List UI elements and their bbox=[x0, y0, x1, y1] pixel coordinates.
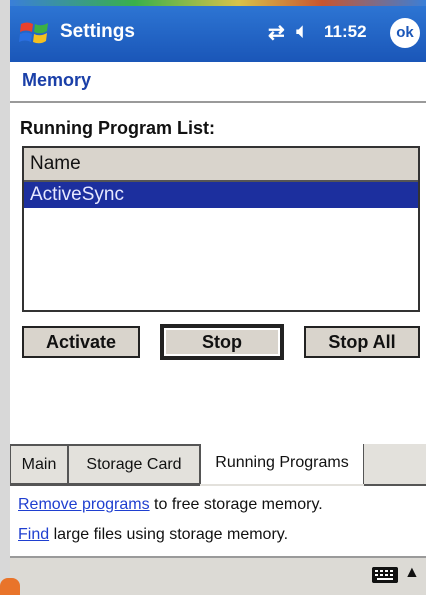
running-program-list[interactable]: Name ActiveSync bbox=[22, 146, 420, 312]
page-title: Memory bbox=[22, 70, 92, 90]
windows-flag-icon[interactable] bbox=[18, 18, 52, 48]
title-stripe bbox=[10, 0, 426, 6]
connectivity-icon[interactable]: ⇄ bbox=[268, 20, 285, 45]
speaker-icon[interactable]: 🔈︎ bbox=[296, 18, 309, 44]
remove-programs-link[interactable]: Remove programs bbox=[18, 496, 150, 513]
tab-divider bbox=[364, 484, 426, 486]
find-link[interactable]: Find bbox=[18, 526, 49, 543]
device-frame bbox=[0, 0, 10, 595]
tab-divider bbox=[10, 484, 200, 486]
corner-badge bbox=[0, 578, 20, 595]
keyboard-icon[interactable] bbox=[372, 567, 398, 583]
list-item[interactable]: ActiveSync bbox=[24, 182, 418, 208]
ok-button[interactable]: ok bbox=[390, 18, 420, 48]
info-text: to free storage memory. bbox=[149, 496, 323, 513]
stop-button[interactable]: Stop bbox=[162, 326, 282, 358]
info-line-remove: Remove programs to free storage memory. bbox=[18, 496, 323, 514]
title-bar: Settings ⇄ 🔈︎ 11:52 ok bbox=[10, 0, 426, 62]
tab-running-programs[interactable]: Running Programs bbox=[200, 444, 364, 484]
clock[interactable]: 11:52 bbox=[324, 22, 367, 42]
tab-strip: Main Storage Card Running Programs bbox=[10, 444, 426, 486]
column-header-name[interactable]: Name bbox=[24, 148, 418, 182]
running-list-label: Running Program List: bbox=[20, 118, 215, 138]
up-arrow-icon[interactable]: ▲ bbox=[404, 564, 420, 582]
divider bbox=[10, 101, 426, 103]
tab-main[interactable]: Main bbox=[10, 444, 68, 484]
menu-bar: ▲ bbox=[10, 556, 426, 595]
device-screen: Settings ⇄ 🔈︎ 11:52 ok Memory Running Pr… bbox=[10, 0, 426, 595]
tab-storage-card[interactable]: Storage Card bbox=[68, 444, 200, 484]
activate-button[interactable]: Activate bbox=[22, 326, 140, 358]
window-title[interactable]: Settings bbox=[60, 21, 135, 43]
info-text: large files using storage memory. bbox=[49, 526, 289, 543]
stop-all-button[interactable]: Stop All bbox=[304, 326, 420, 358]
info-line-find: Find large files using storage memory. bbox=[18, 526, 288, 544]
